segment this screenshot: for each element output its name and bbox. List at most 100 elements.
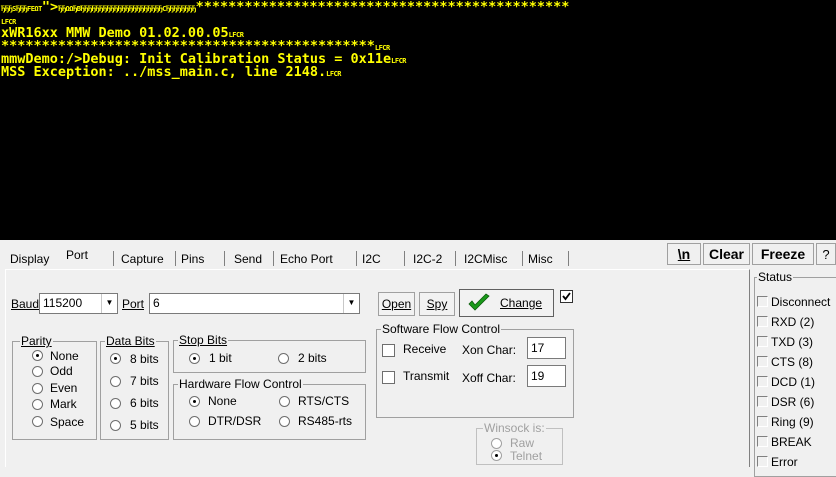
help-button[interactable]: ?: [816, 243, 836, 265]
open-button[interactable]: Open: [378, 292, 415, 316]
control-chars: ЂЂΩΩЂBЂЂЂЂЂЂЂЂЂЂЂЂЂЂЂЂЂЂЂЂЂЂCЂЂЂЂЂЂЂЂ: [58, 5, 196, 13]
check-icon: [562, 292, 571, 301]
status-label: Disconnect: [771, 295, 831, 309]
software-flow-title: Software Flow Control: [381, 322, 502, 336]
control-chars: ЂЂЂSЂЂЂFEΩT: [1, 5, 42, 13]
parity-odd-label: Odd: [50, 364, 73, 378]
stop-bits-title: Stop Bits: [178, 333, 229, 347]
tab-echo-port[interactable]: Echo Port: [280, 252, 333, 266]
spy-button[interactable]: Spy: [419, 292, 455, 316]
tab-display[interactable]: Display: [10, 252, 49, 266]
parity-mark-label: Mark: [50, 397, 77, 411]
terminal-text: ">: [41, 0, 59, 15]
tab-separator: [273, 251, 274, 266]
tab-i2cmisc[interactable]: I2CMisc: [464, 252, 507, 266]
status-label: DSR (6): [771, 395, 815, 409]
baud-select[interactable]: 115200 ▼: [39, 293, 118, 314]
stop-bits-1-radio[interactable]: [189, 353, 200, 364]
baud-value: 115200: [43, 296, 83, 310]
transmit-label: Transmit: [403, 369, 450, 383]
data-bits-title: Data Bits: [105, 334, 156, 348]
change-checkbox[interactable]: [560, 290, 573, 303]
terminal-text: MSS Exception: ../mss_main.c, line 2148.: [1, 64, 327, 80]
winsock-raw-radio[interactable]: [491, 438, 502, 449]
status-ring: Ring (9): [757, 415, 814, 429]
tab-i2c-2[interactable]: I2C-2: [413, 252, 442, 266]
baud-label: Baud: [11, 297, 40, 311]
freeze-button[interactable]: Freeze: [752, 243, 814, 265]
stop-bits-2-radio[interactable]: [278, 353, 289, 364]
clear-button[interactable]: Clear: [703, 243, 750, 265]
change-button[interactable]: Change: [459, 289, 554, 317]
hw-flow-dtr-dsr-label: DTR/DSR: [208, 414, 262, 428]
parity-even-label: Even: [50, 381, 78, 395]
hw-flow-none-radio[interactable]: [189, 396, 200, 407]
status-indicator: [757, 376, 768, 387]
hw-flow-rs485-label: RS485-rts: [298, 414, 353, 428]
xoff-value: 19: [531, 369, 545, 383]
hw-flow-rts-cts-label: RTS/CTS: [298, 394, 350, 408]
tab-port[interactable]: Port: [66, 248, 88, 262]
hw-flow-rs485-radio[interactable]: [279, 416, 290, 427]
status-indicator: [757, 456, 768, 467]
status-indicator: [757, 296, 768, 307]
chevron-down-icon[interactable]: ▼: [343, 294, 359, 313]
hw-flow-rts-cts-radio[interactable]: [279, 396, 290, 407]
data-bits-8-radio[interactable]: [110, 353, 121, 364]
stop-bits-2-label: 2 bits: [298, 351, 327, 365]
hardware-flow-title: Hardware Flow Control: [178, 377, 303, 391]
data-bits-6-radio[interactable]: [110, 398, 121, 409]
xoff-input[interactable]: 19: [527, 365, 566, 387]
tab-capture[interactable]: Capture: [121, 252, 164, 266]
tab-separator: [568, 251, 569, 266]
data-bits-5-radio[interactable]: [110, 420, 121, 431]
parity-title: Parity: [20, 334, 53, 348]
change-label: Change: [500, 296, 543, 310]
status-indicator: [757, 416, 768, 427]
status-indicator: [757, 316, 768, 327]
status-label: Ring (9): [771, 415, 814, 429]
winsock-raw-label: Raw: [510, 436, 535, 450]
transmit-checkbox[interactable]: [382, 371, 395, 384]
xon-input[interactable]: 17: [527, 337, 566, 359]
status-disconnect: Disconnect: [757, 295, 830, 309]
status-indicator: [757, 356, 768, 367]
status-panel: Status Disconnect RXD (2) TXD (3) CTS (8…: [754, 270, 836, 477]
parity-odd-radio[interactable]: [32, 366, 43, 377]
winsock-telnet-label: Telnet: [510, 449, 543, 463]
data-bits-6-label: 6 bits: [130, 396, 159, 410]
winsock-telnet-radio[interactable]: [491, 450, 502, 461]
status-indicator: [757, 336, 768, 347]
port-select[interactable]: 6 ▼: [149, 293, 360, 314]
tab-misc[interactable]: Misc: [528, 252, 553, 266]
tab-separator: [175, 251, 176, 266]
stop-bits-group: Stop Bits: [173, 333, 366, 373]
xon-label: Xon Char:: [462, 343, 517, 357]
chevron-down-icon[interactable]: ▼: [101, 294, 117, 313]
status-cts: CTS (8): [757, 355, 813, 369]
terminal-output[interactable]: ЂЂЂSЂЂЂFEΩT">ЂЂΩΩЂBЂЂЂЂЂЂЂЂЂЂЂЂЂЂЂЂЂЂЂЂЂ…: [0, 0, 836, 240]
status-rxd: RXD (2): [757, 315, 814, 329]
checkmark-icon: [468, 293, 490, 311]
newline-button[interactable]: \n: [667, 243, 701, 265]
tab-send[interactable]: Send: [234, 252, 262, 266]
terminal-text: ****************************************…: [195, 0, 570, 15]
status-label: TXD (3): [771, 335, 813, 349]
status-label: CTS (8): [771, 355, 813, 369]
xoff-label: Xoff Char:: [462, 371, 516, 385]
parity-mark-radio[interactable]: [32, 399, 43, 410]
parity-even-radio[interactable]: [32, 383, 43, 394]
parity-none-radio[interactable]: [32, 350, 43, 361]
hw-flow-dtr-dsr-radio[interactable]: [189, 416, 200, 427]
data-bits-7-radio[interactable]: [110, 376, 121, 387]
receive-label: Receive: [403, 342, 447, 356]
tab-pins[interactable]: Pins: [181, 252, 204, 266]
receive-checkbox[interactable]: [382, 344, 395, 357]
hw-flow-none-label: None: [208, 394, 237, 408]
status-indicator: [757, 436, 768, 447]
xon-value: 17: [531, 341, 545, 355]
status-label: DCD (1): [771, 375, 815, 389]
tab-i2c[interactable]: I2C: [362, 252, 381, 266]
status-break: BREAK: [757, 435, 812, 449]
parity-space-radio[interactable]: [32, 416, 43, 427]
